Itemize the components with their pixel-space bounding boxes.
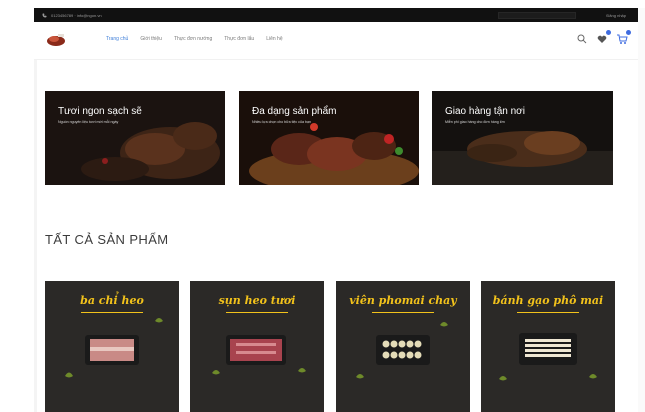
site-header: Trang chủ Giới thiệu Thực đơn nướng Thực… xyxy=(34,22,638,60)
left-edge xyxy=(34,60,37,412)
heart-icon xyxy=(597,35,607,43)
banner-variety-sub: Nhiều lựa chọn cho bữa tiệc của bạn xyxy=(252,120,311,124)
login-link[interactable]: Đăng nhập xyxy=(606,13,626,18)
wishlist-button[interactable] xyxy=(596,30,611,44)
cart-icon xyxy=(617,34,628,44)
banner-fresh-sub: Nguồn nguyên liệu tươi mới mỗi ngày xyxy=(58,120,119,124)
nav-item-grill-menu[interactable]: Thực đơn nướng xyxy=(174,36,212,42)
nav-item-contact[interactable]: Liên hệ xyxy=(266,36,282,42)
top-bar-contact: 0123456789 · info@ngon.vn xyxy=(42,13,102,18)
product-title: ba chỉ heo xyxy=(80,294,144,307)
banner-delivery-title: Giao hàng tận nơi xyxy=(445,106,525,117)
product-title: viên phomai chay xyxy=(349,294,457,307)
title-underline xyxy=(372,312,434,313)
banner-variety-title: Đa dạng sản phẩm xyxy=(252,106,337,117)
banner-fresh[interactable]: Tươi ngon sạch sẽ Nguồn nguyên liệu tươi… xyxy=(45,91,225,185)
banner-fresh-title: Tươi ngon sạch sẽ xyxy=(58,106,142,117)
title-underline xyxy=(517,312,579,313)
section-title: TẤT CẢ SẢN PHẨM xyxy=(45,232,169,247)
banner-delivery[interactable]: Giao hàng tận nơi Miễn phí giao hàng cho… xyxy=(432,91,613,185)
cart-badge xyxy=(626,30,631,35)
header-icons xyxy=(576,30,631,44)
main-nav: Trang chủ Giới thiệu Thực đơn nướng Thực… xyxy=(106,36,283,42)
product-card[interactable]: sụn heo tươi xyxy=(190,281,324,412)
top-bar: 0123456789 · info@ngon.vn Đăng nhập xyxy=(34,8,638,22)
contact-text: 0123456789 · info@ngon.vn xyxy=(51,12,102,18)
product-card[interactable]: ba chỉ heo xyxy=(45,281,179,412)
banner-variety[interactable]: Đa dạng sản phẩm Nhiều lựa chọn cho bữa … xyxy=(239,91,419,185)
title-underline xyxy=(226,312,288,313)
nav-item-home[interactable]: Trang chủ xyxy=(106,36,128,42)
product-title: sụn heo tươi xyxy=(218,294,296,307)
nav-item-about[interactable]: Giới thiệu xyxy=(140,36,162,42)
product-title: bánh gạo phô mai xyxy=(492,294,604,307)
right-edge xyxy=(638,8,645,412)
nav-item-hotpot-menu[interactable]: Thực đơn lẩu xyxy=(224,36,254,42)
search-button[interactable] xyxy=(576,32,588,44)
product-card[interactable]: viên phomai chay xyxy=(336,281,470,412)
top-search-input[interactable] xyxy=(498,11,577,19)
title-underline xyxy=(81,312,143,313)
cart-button[interactable] xyxy=(616,30,631,44)
logo[interactable] xyxy=(46,32,66,47)
banner-delivery-sub: Miễn phí giao hàng cho đơn hàng lớn xyxy=(445,120,505,124)
search-icon xyxy=(577,34,587,44)
phone-icon xyxy=(42,13,47,17)
product-card[interactable]: bánh gạo phô mai xyxy=(481,281,615,412)
wishlist-badge xyxy=(606,30,611,35)
